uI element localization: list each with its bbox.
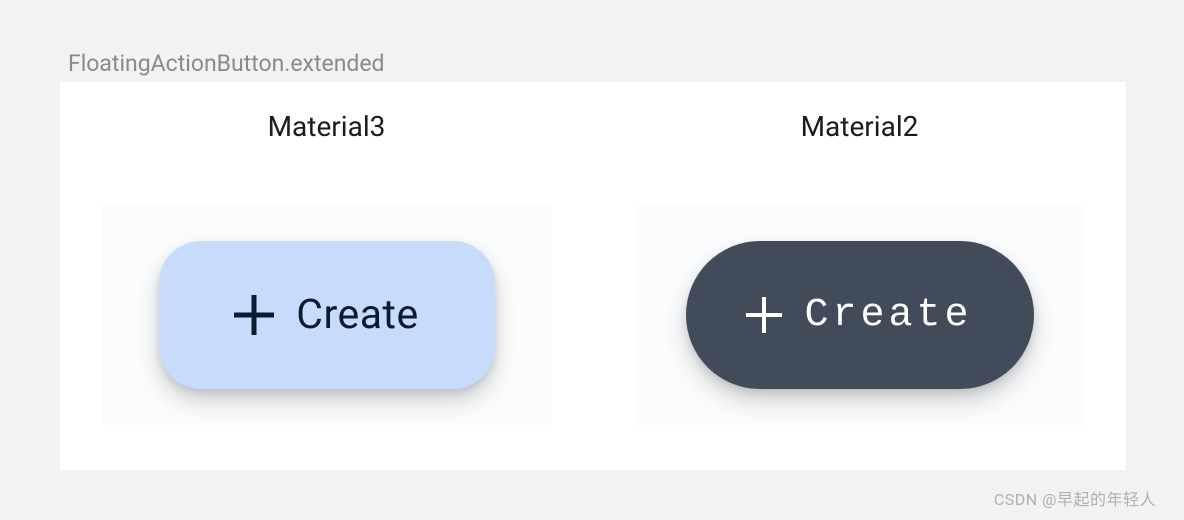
page-title: FloatingActionButton.extended <box>68 50 385 77</box>
watermark: CSDN @早起的年轻人 <box>994 486 1156 510</box>
example-card: Material3 Create Material2 Create <box>60 82 1126 470</box>
column-heading-m2: Material2 <box>801 110 919 143</box>
fab-extended-m3[interactable]: Create <box>159 241 495 389</box>
column-material2: Material2 Create <box>593 82 1126 470</box>
column-material3: Material3 Create <box>60 82 593 470</box>
demo-surface-m3: Create <box>102 205 552 425</box>
plus-icon <box>746 297 782 333</box>
plus-icon <box>234 295 274 335</box>
column-heading-m3: Material3 <box>268 110 386 143</box>
demo-surface-m2: Create <box>635 205 1085 425</box>
fab-label-m2: Create <box>804 293 972 338</box>
fab-extended-m2[interactable]: Create <box>686 241 1034 389</box>
fab-label-m3: Create <box>296 291 418 339</box>
